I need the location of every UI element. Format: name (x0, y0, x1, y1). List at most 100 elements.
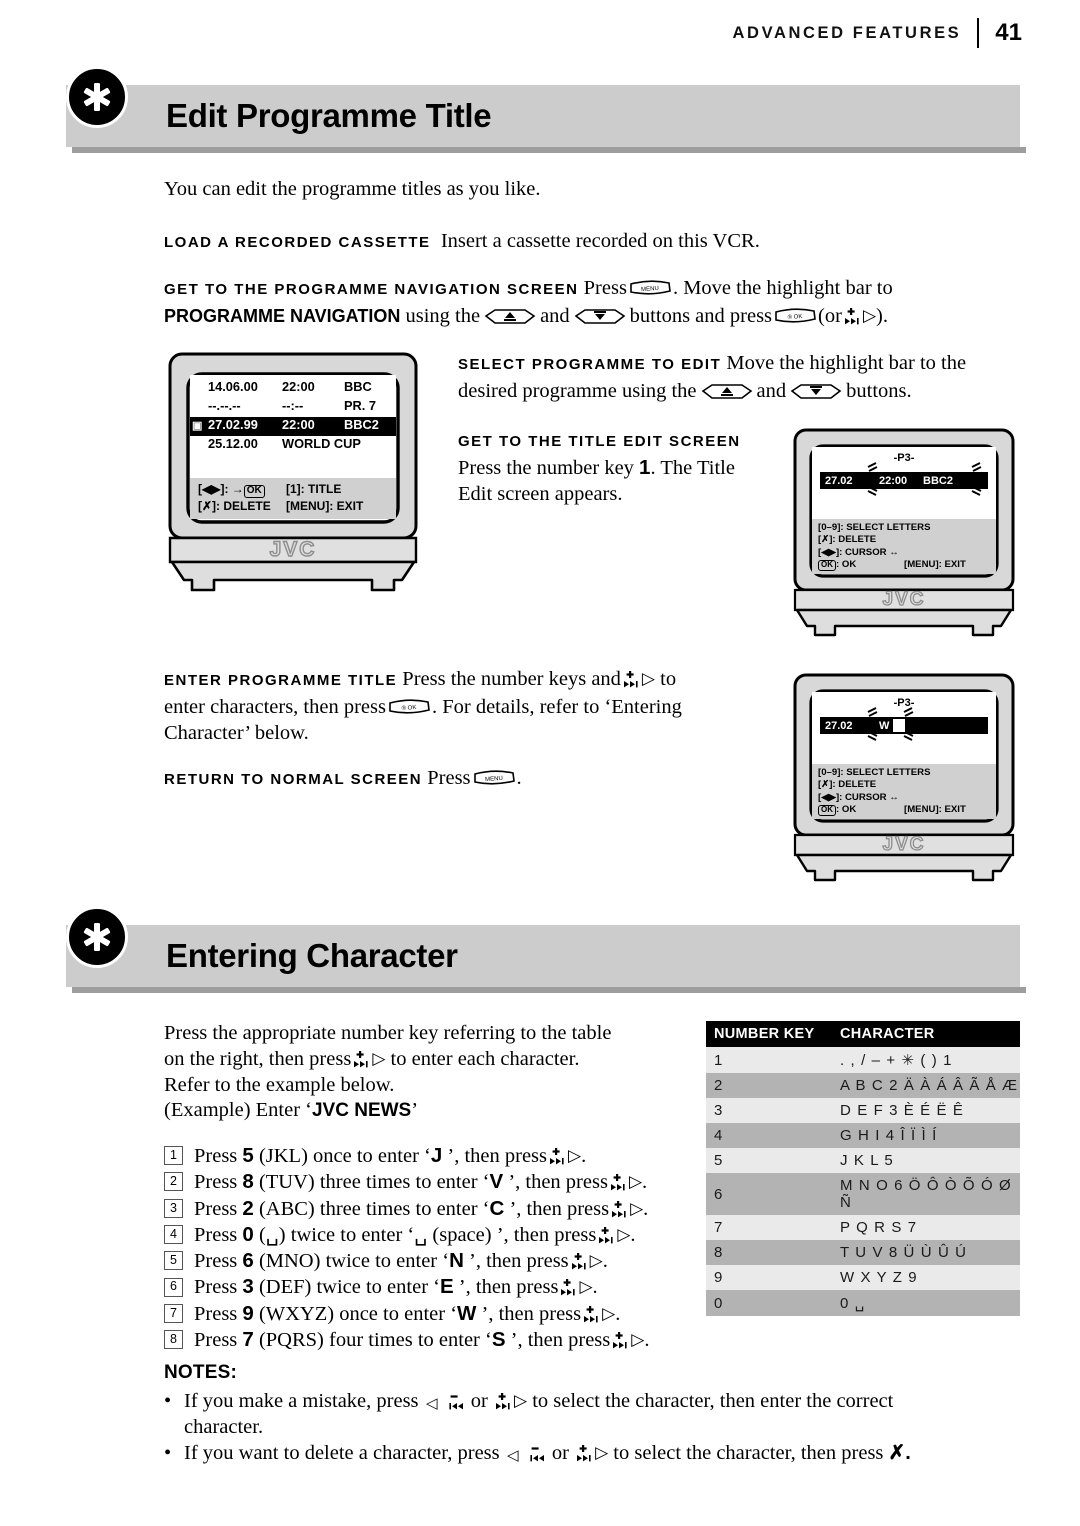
osd-row-time: 22:00 (282, 417, 315, 432)
table-row: 2A B C 2 Ä À Á Â Ã Å Æ (706, 1073, 1020, 1098)
step-nav-text-g: (or (818, 305, 842, 327)
step-nav-text-f: buttons and press (629, 305, 773, 327)
osd-footer: [0–9]: SELECT LETTERS [✗]: DELETE [◀▶]: … (812, 519, 996, 574)
step-select-text-c: and (756, 380, 787, 402)
table-cell-key: 5 (706, 1148, 832, 1173)
step-enter-title-d: . For details, refer to ‘Entering (431, 696, 682, 718)
notes-section: NOTES: • If you make a mistake, press ◁ … (164, 1362, 1024, 1466)
section-banner-entering-character: Entering Character (66, 906, 1020, 987)
note-text: If you make a mistake, press ◁ or ▷ to s… (184, 1390, 894, 1438)
osd-delete-hint: [✗]: DELETE (198, 498, 271, 513)
svg-text:◁: ◁ (507, 1447, 519, 1463)
step-title-edit-screen: GET TO THE TITLE EDIT SCREEN Press the n… (458, 427, 768, 507)
section2-intro-a: Press the appropriate number key referri… (164, 1022, 612, 1044)
asterisk-icon (66, 66, 128, 128)
ok-box-icon: OK (818, 560, 836, 571)
step-text: Press 5 (JKL) once to enter ‘J ’, then p… (194, 1144, 587, 1167)
table-cell-chars: W X Y Z 9 (832, 1265, 1020, 1290)
svg-text:JVC: JVC (883, 834, 926, 855)
table-cell-chars: . , / – + ✳ ( ) 1 (832, 1047, 1020, 1073)
page-number: 41 (995, 19, 1022, 46)
osd-row: --.--.-- --:-- PR. 7 (190, 398, 396, 417)
osd-row-date: 14.06.00 (208, 379, 258, 394)
osd-exit-hint: [MENU]: EXIT (904, 559, 966, 571)
flash-marks-icon (867, 462, 982, 496)
osd-footer: [◀▶]: → OK [1]: TITLE [✗]: DELETE [MENU]:… (190, 478, 396, 519)
cassette-icon: ▣ (192, 420, 203, 432)
skip-forward-icon (494, 1392, 513, 1411)
osd-row-channel: BBC2 (344, 417, 379, 432)
osd-delete-hint: [✗]: DELETE (818, 534, 877, 546)
menu-key-icon: MENU (473, 770, 515, 787)
section2-title: Entering Character (166, 937, 458, 974)
table-cell-key: 0 (706, 1290, 832, 1316)
step-number: 2 (164, 1172, 183, 1192)
osd-delete-hint: [✗]: DELETE (818, 779, 877, 791)
step-return-lead: RETURN TO NORMAL SCREEN (164, 771, 423, 788)
step-title-edit-b: . The Title (650, 457, 735, 479)
ok-key-icon: ® OK (388, 699, 430, 716)
table-row: 9W X Y Z 9 (706, 1265, 1020, 1290)
osd-ok-hint: OK: OK (818, 559, 904, 571)
svg-text:JVC: JVC (270, 538, 317, 561)
section-banner-shadow-2 (72, 987, 1026, 993)
step-get-to-nav-screen-lead: GET TO THE PROGRAMME NAVIGATION SCREEN (164, 281, 579, 298)
ok-key-icon: ® OK (774, 308, 816, 325)
osd-row: 25.12.00 WORLD CUP (190, 436, 396, 455)
osd-row-date: 27.02.99 (208, 417, 258, 432)
notes-heading: NOTES: (164, 1362, 237, 1383)
table-row: 7P Q R S 7 (706, 1215, 1020, 1240)
right-triangle-icon: ▷ (372, 1049, 386, 1068)
asterisk-icon (66, 906, 128, 968)
osd-cursor-hint: [◀▶]: → OK (198, 481, 286, 498)
step-select-programme: SELECT PROGRAMME TO EDIT Move the highli… (458, 350, 1018, 404)
up-button-icon (700, 382, 754, 401)
step-number: 3 (164, 1198, 183, 1218)
example-steps-list: 1 Press 5 (JKL) once to enter ‘J ’, then… (164, 1143, 649, 1353)
skip-forward-icon (548, 1147, 567, 1166)
table-row: 6M N O 6 Ö Ô Ò Õ Ó Ø Ñ (706, 1173, 1020, 1215)
skip-forward-icon (582, 1305, 601, 1324)
step-return-a: Press (427, 767, 471, 789)
step-return-normal-screen: RETURN TO NORMAL SCREEN Press MENU. (164, 765, 774, 793)
table-row: 00 ␣ (706, 1290, 1020, 1316)
osd-row-date: 25.12.00 (208, 436, 258, 451)
skip-forward-icon (611, 1331, 630, 1350)
table-row: 8T U V 8 Ü Ù Û Ú (706, 1240, 1020, 1265)
ok-box-icon: OK (243, 485, 265, 498)
table-cell-key: 1 (706, 1047, 832, 1073)
step-text: Press 9 (WXYZ) once to enter ‘W ’, then … (194, 1301, 621, 1325)
osd-title-hint: [1]: TITLE (286, 482, 342, 496)
svg-text:MENU: MENU (641, 286, 659, 293)
step-number: 8 (164, 1330, 183, 1350)
flash-marks-icon (867, 707, 914, 741)
step-text: Press 8 (TUV) three times to enter ‘V ’,… (194, 1170, 648, 1194)
section1-intro: You can edit the programme titles as you… (164, 178, 541, 200)
bullet-icon: • (164, 1442, 172, 1464)
osd-programme-navigation: 14.06.00 22:00 BBC --.--.-- --:-- PR. 7 … (190, 375, 396, 519)
osd-footer-line-4: OK: OK [MENU]: EXIT (818, 559, 996, 571)
list-item: 8 Press 7 (PQRS) four times to enter ‘S … (164, 1327, 649, 1353)
ok-box-icon: OK (818, 805, 836, 816)
list-item: 3 Press 2 (ABC) three times to enter ‘C … (164, 1196, 649, 1222)
skip-forward-icon (570, 1252, 589, 1271)
table-cell-chars: D E F 3 È É Ë Ê (832, 1098, 1020, 1123)
osd-row-time: --:-- (282, 398, 304, 413)
character-table: NUMBER KEY CHARACTER 1. , / – + ✳ ( ) 1 … (706, 1021, 1020, 1316)
osd-row-channel: PR. 7 (344, 398, 377, 413)
skip-forward-icon (575, 1444, 594, 1463)
osd-ok-hint: OK: OK (818, 804, 904, 816)
osd-footer-line-4: OK: OK [MENU]: EXIT (818, 804, 996, 816)
osd-row: 14.06.00 22:00 BBC (190, 379, 396, 398)
step-load-cassette: LOAD A RECORDED CASSETTE Insert a casset… (164, 228, 1024, 256)
osd-title-edit-2: -P3- 27.02 W [0–9]: SELECT LETTERS [✗]: … (812, 692, 996, 819)
section2-intro: Press the appropriate number key referri… (164, 1020, 694, 1098)
osd-footer-line-2: [✗]: DELETE [MENU]: EXIT (198, 498, 396, 514)
svg-text:® OK: ® OK (401, 704, 416, 712)
running-head: ADVANCED FEATURES 41 (733, 18, 1022, 48)
svg-text:JVC: JVC (883, 589, 926, 610)
osd-footer-line-1: [◀▶]: → OK [1]: TITLE (198, 481, 396, 498)
step-number: 5 (164, 1251, 183, 1271)
osd-cursor-hint: [◀▶]: CURSOR ↔ (818, 546, 899, 558)
note-text: If you want to delete a character, press… (184, 1442, 911, 1464)
